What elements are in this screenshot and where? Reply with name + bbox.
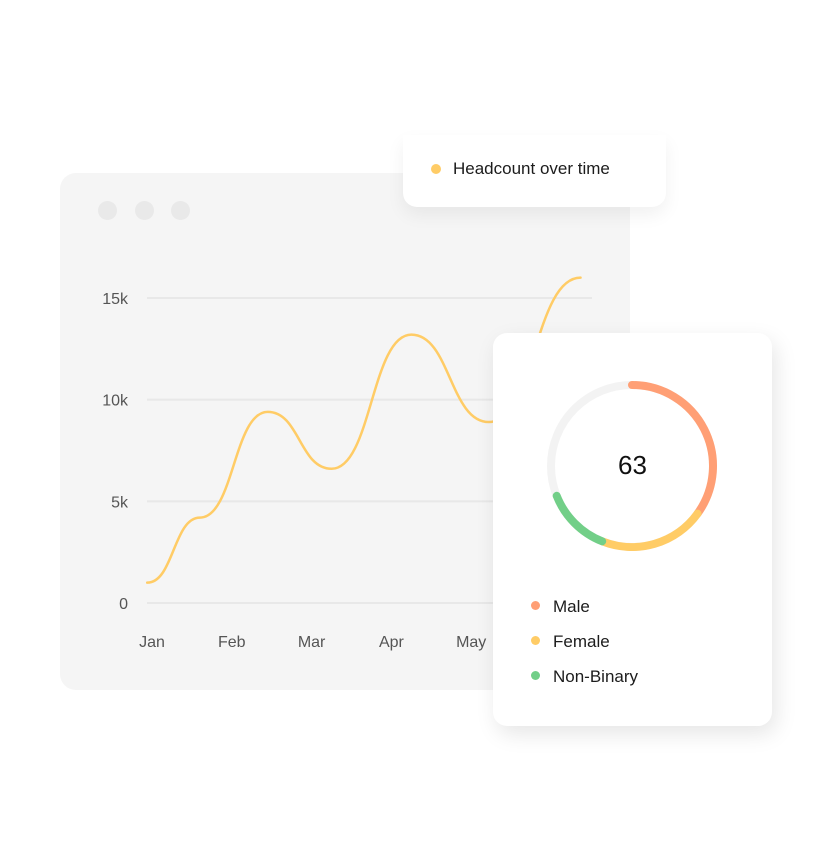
legend-item-male: Male	[531, 597, 590, 617]
y-tick-label: 5k	[111, 494, 129, 511]
y-tick-label: 10k	[102, 393, 129, 410]
x-tick-label: Jan	[139, 634, 165, 651]
legend-item-non-binary: Non-Binary	[531, 667, 638, 687]
legend-dot	[531, 601, 540, 611]
chart-legend-card: Headcount over time	[403, 135, 666, 207]
x-tick-label: Feb	[218, 634, 246, 651]
x-tick-label: Apr	[379, 634, 405, 651]
gender-donut-card: 63 Male Female Non-Binary	[493, 333, 772, 726]
legend-label: Headcount over time	[453, 159, 610, 178]
legend-dot	[531, 636, 540, 646]
x-tick-label: Mar	[298, 634, 326, 651]
legend-label: Female	[553, 632, 610, 651]
donut-slice-non-binary	[552, 491, 607, 546]
legend-dot	[431, 164, 441, 174]
x-tick-label: May	[456, 634, 486, 651]
legend-label: Non-Binary	[553, 667, 639, 686]
legend-label: Male	[553, 597, 590, 616]
y-tick-label: 15k	[102, 291, 129, 308]
y-tick-label: 0	[119, 596, 128, 613]
donut-center-value: 63	[618, 450, 647, 480]
legend-dot	[531, 671, 540, 681]
donut-slice-female	[598, 509, 702, 551]
legend-item-female: Female	[531, 632, 610, 652]
